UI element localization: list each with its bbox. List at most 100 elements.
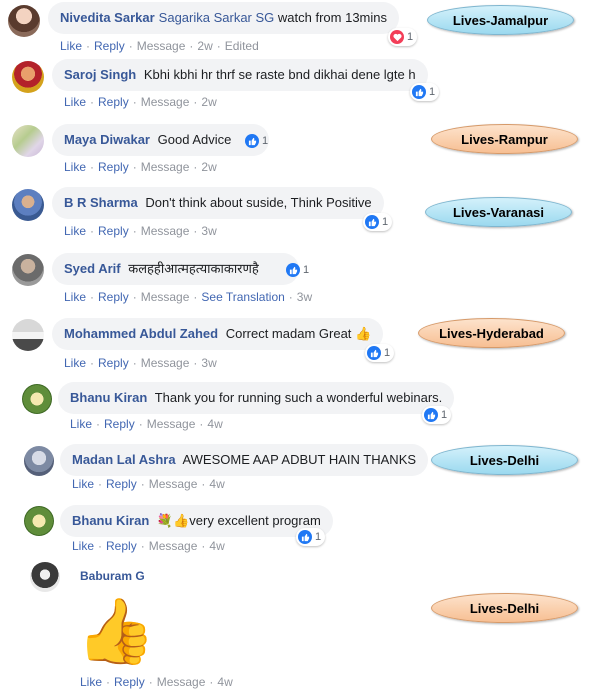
like-link[interactable]: Like [64,356,86,370]
comment-5: Syed Arif कलहहीआत्महत्याकाकारणहै 1 Like ·… [0,253,596,313]
reaction-count[interactable]: 1 [296,528,326,546]
like-link[interactable]: Like [72,539,94,553]
location-tag: Lives-Delhi [431,593,578,623]
location-tag: Lives-Varanasi [425,197,572,227]
comment-bubble: B R Sharma Don't think about suside, Thi… [52,187,384,219]
avatar[interactable] [22,384,52,414]
reply-link[interactable]: Reply [106,477,137,491]
author-name[interactable]: Madan Lal Ashra [72,452,176,467]
timestamp[interactable]: 4w [207,417,222,431]
message-link[interactable]: Message [149,477,198,491]
message-link[interactable]: Message [141,356,190,370]
author-name[interactable]: Saroj Singh [64,67,136,82]
mention-link[interactable]: Sagarika Sarkar SG [159,10,275,25]
author-name[interactable]: Bhanu Kiran [70,390,147,405]
avatar[interactable] [12,189,44,221]
comment-bubble: Syed Arif कलहहीआत्महत्याकाकारणहै [52,253,299,285]
location-tag: Lives-Jamalpur [427,5,574,35]
reaction-count[interactable]: 1 [243,132,272,150]
author-name[interactable]: Nivedita Sarkar [60,10,155,25]
reaction-count[interactable]: 1 [284,261,313,279]
comment-7: Bhanu Kiran Thank you for running such a… [0,381,596,441]
comment-text: कलहहीआत्महत्याकाकारणहै [128,261,259,276]
timestamp[interactable]: 4w [209,477,224,491]
comment-9: Bhanu Kiran 💐👍very excellent program 1 L… [0,505,596,565]
like-link[interactable]: Like [60,39,82,53]
location-tag: Lives-Delhi [431,445,578,475]
like-link[interactable]: Like [64,290,86,304]
comment-text: 💐👍very excellent program [156,513,321,528]
thumbs-up-icon [286,263,300,277]
like-link[interactable]: Like [70,417,92,431]
reply-link[interactable]: Reply [106,539,137,553]
message-link[interactable]: Message [141,160,190,174]
avatar[interactable] [8,5,40,37]
avatar[interactable] [30,562,60,592]
reaction-count[interactable]: 1 [422,406,452,424]
reply-link[interactable]: Reply [98,95,129,109]
timestamp[interactable]: 3w [201,356,216,370]
like-link[interactable]: Like [64,95,86,109]
comment-text: Don't think about suside, Think Positive [145,195,372,210]
comment-bubble: Maya Diwakar Good Advice [52,124,270,156]
author-name[interactable]: Mohammed Abdul Zahed [64,326,218,341]
message-link[interactable]: Message [141,290,190,304]
avatar[interactable] [12,61,44,93]
see-translation-link[interactable]: See Translation [201,290,284,304]
like-link[interactable]: Like [72,477,94,491]
comment-actions: Like · Reply · Message · 4w [72,477,225,491]
thumbs-up-icon [367,346,381,360]
message-link[interactable]: Message [157,675,206,689]
thumbs-up-icon [365,215,379,229]
timestamp[interactable]: 3w [297,290,312,304]
author-name[interactable]: Bhanu Kiran [72,513,149,528]
author-name[interactable]: B R Sharma [64,195,138,210]
reaction-count[interactable]: 1 [365,344,395,362]
comment-bubble: Bhanu Kiran 💐👍very excellent program [60,505,333,537]
timestamp[interactable]: 2w [201,160,216,174]
thumbs-up-sticker: 👍 [76,595,156,667]
comment-2: Saroj Singh Kbhi kbhi hr thrf se raste b… [0,58,596,118]
reply-link[interactable]: Reply [98,224,129,238]
message-link[interactable]: Message [149,539,198,553]
comment-text: watch from 13mins [277,10,387,25]
like-link[interactable]: Like [64,224,86,238]
message-link[interactable]: Message [141,95,190,109]
reply-link[interactable]: Reply [98,356,129,370]
avatar[interactable] [12,125,44,157]
author-name[interactable]: Maya Diwakar [64,132,150,147]
reaction-count[interactable]: 1 [388,28,418,46]
message-link[interactable]: Message [141,224,190,238]
comment-bubble: Bhanu Kiran Thank you for running such a… [58,382,455,414]
timestamp[interactable]: 4w [217,675,232,689]
author-name[interactable]: Baburam G [80,569,145,583]
reply-link[interactable]: Reply [98,160,129,174]
comment-actions: Like · Reply · Message · 4w [80,675,233,689]
comment-bubble: Nivedita Sarkar Sagarika Sarkar SG watch … [48,2,399,34]
avatar[interactable] [12,254,44,286]
timestamp[interactable]: 2w [197,39,212,53]
timestamp[interactable]: 3w [201,224,216,238]
like-link[interactable]: Like [80,675,102,689]
reaction-count[interactable]: 1 [363,213,393,231]
author-name[interactable]: Syed Arif [64,261,121,276]
thumbs-up-icon [245,134,259,148]
thumbs-up-icon [298,530,312,544]
reply-link[interactable]: Reply [114,675,145,689]
reply-link[interactable]: Reply [98,290,129,304]
like-link[interactable]: Like [64,160,86,174]
timestamp[interactable]: 2w [201,95,216,109]
comment-bubble: Madan Lal Ashra AWESOME AAP ADBUT HAIN T… [60,444,429,476]
reaction-count[interactable]: 1 [410,83,440,101]
timestamp[interactable]: 4w [209,539,224,553]
reply-link[interactable]: Reply [94,39,125,53]
comment-text: Thank you for running such a wonderful w… [154,390,443,405]
comment-text: Good Advice [157,132,232,147]
avatar[interactable] [12,319,44,351]
message-link[interactable]: Message [147,417,196,431]
avatar[interactable] [24,506,54,536]
edited-label[interactable]: Edited [225,39,259,53]
reply-link[interactable]: Reply [104,417,135,431]
message-link[interactable]: Message [137,39,186,53]
avatar[interactable] [24,446,54,476]
